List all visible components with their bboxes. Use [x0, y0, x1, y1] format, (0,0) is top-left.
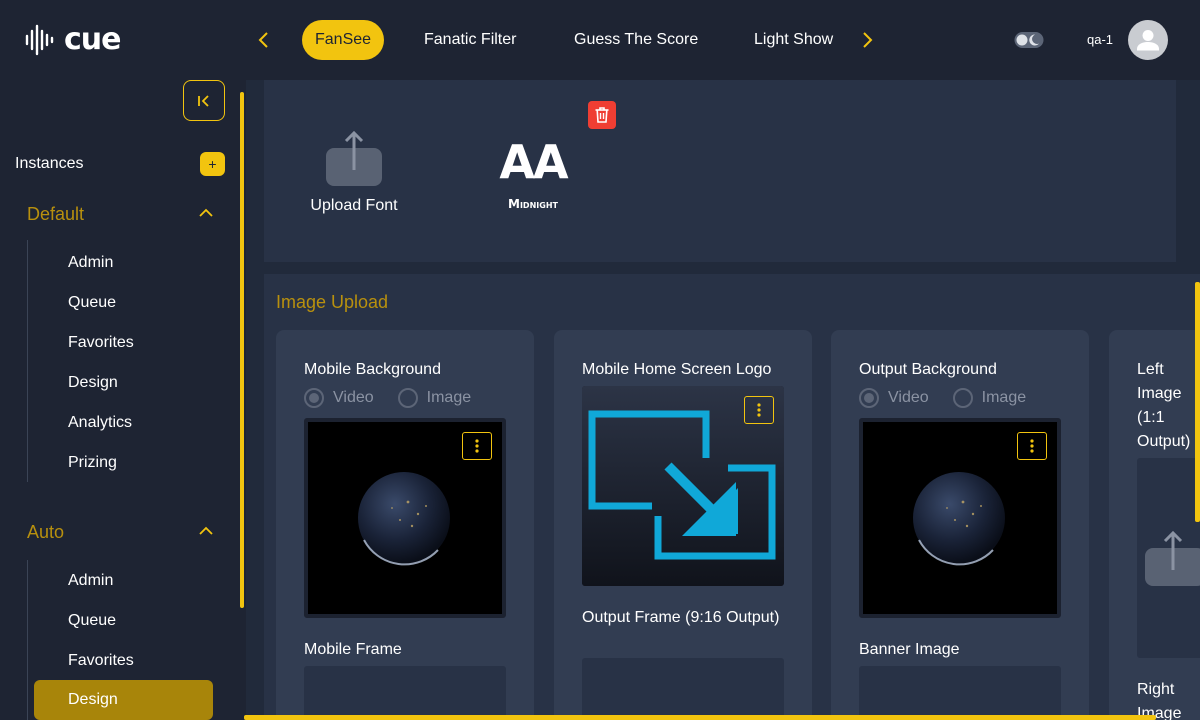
logo-text: cue: [64, 22, 121, 57]
sidebar-item-auto-favorites[interactable]: Favorites: [68, 652, 134, 670]
radio-image[interactable]: Image: [397, 388, 472, 408]
card-output-background: Output Background Video Image Banner Ima…: [831, 330, 1089, 720]
media-type-radio-group: Video Image: [859, 388, 1026, 408]
instances-label: Instances: [15, 155, 84, 172]
kebab-menu-icon: [1030, 439, 1034, 453]
radio-selected-icon: [859, 388, 879, 408]
upload-font-label: Upload Font: [310, 197, 398, 214]
sidebar-item-label: Design: [68, 691, 118, 708]
delete-font-button[interactable]: [588, 101, 616, 129]
output-frame-upload-area[interactable]: [582, 658, 784, 718]
font-sample-name: Midnight: [508, 197, 558, 211]
moon-toggle-icon: [1014, 32, 1044, 48]
radio-selected-icon: [304, 388, 324, 408]
card-title: Output Background: [859, 361, 997, 378]
output-background-preview: [859, 418, 1061, 618]
card-second-title: Output Frame (9:16 Output): [582, 609, 780, 626]
add-instance-button[interactable]: +: [200, 152, 225, 176]
sidebar-item-default-analytics[interactable]: Analytics: [68, 414, 132, 432]
upload-font-button[interactable]: Upload Font: [304, 130, 404, 215]
chevron-up-icon[interactable]: [197, 522, 215, 540]
tab-light-show[interactable]: Light Show: [754, 20, 833, 60]
card-title: Mobile Home Screen Logo: [582, 361, 772, 378]
radio-image[interactable]: Image: [952, 388, 1027, 408]
horizontal-scrollbar[interactable]: [244, 715, 1156, 720]
sidebar-item-default-favorites[interactable]: Favorites: [68, 334, 134, 352]
more-options-button[interactable]: [1017, 432, 1047, 460]
upload-icon: [1145, 530, 1200, 586]
card-title: Mobile Background: [304, 361, 441, 378]
mobile-frame-upload-area[interactable]: [304, 666, 506, 720]
font-panel: Upload Font AA Midnight: [264, 80, 1176, 262]
collapse-left-icon: [198, 94, 209, 107]
left-image-upload-area[interactable]: [1137, 458, 1200, 658]
main-content: Upload Font AA Midnight Image Upload Mob…: [246, 80, 1200, 720]
radio-label: Image: [426, 389, 472, 406]
card-mobile-home-screen-logo: Mobile Home Screen Logo Output Frame (9:…: [554, 330, 812, 720]
banner-image-upload-area[interactable]: [859, 666, 1061, 720]
font-sample: AA Midnight: [488, 135, 578, 211]
radio-video[interactable]: Video: [304, 388, 374, 408]
upload-icon: [326, 130, 382, 186]
app-logo[interactable]: cue: [24, 22, 121, 57]
theme-toggle[interactable]: [1014, 30, 1044, 50]
font-sample-glyphs: AA: [499, 135, 568, 189]
sidebar-item-default-queue[interactable]: Queue: [68, 294, 116, 312]
chevron-up-icon[interactable]: [197, 204, 215, 222]
radio-label: Video: [333, 389, 374, 406]
user-avatar[interactable]: [1128, 20, 1168, 60]
waveform-logo-icon: [25, 24, 54, 55]
card-second-title: Mobile Frame: [304, 641, 402, 658]
vertical-scrollbar[interactable]: [1195, 282, 1200, 522]
trash-icon: [595, 107, 609, 123]
sidebar-item-auto-design[interactable]: Design: [34, 680, 213, 720]
sidebar-item-auto-queue[interactable]: Queue: [68, 612, 116, 630]
more-options-button[interactable]: [462, 432, 492, 460]
radio-label: Video: [888, 389, 929, 406]
sidebar-item-default-design[interactable]: Design: [68, 374, 118, 392]
home-logo-preview: [582, 386, 784, 586]
card-second-title: Right Image: [1137, 681, 1182, 720]
radio-unselected-icon: [397, 388, 418, 408]
sidebar: Instances + Default Admin Queue Favorite…: [0, 80, 240, 720]
sidebar-scrollbar[interactable]: [240, 92, 244, 608]
tabs-next-arrow-icon[interactable]: [855, 28, 879, 52]
card-mobile-background: Mobile Background Video Image Mobile Fra…: [276, 330, 534, 720]
user-name: qa-1: [1087, 32, 1114, 47]
card-second-title: Banner Image: [859, 641, 960, 658]
more-options-button[interactable]: [744, 396, 774, 424]
group-auto-label[interactable]: Auto: [27, 522, 64, 543]
tab-guess-the-score[interactable]: Guess The Score: [574, 20, 698, 60]
kebab-menu-icon: [475, 439, 479, 453]
group-default-label[interactable]: Default: [27, 204, 84, 225]
tab-fanatic-filter[interactable]: Fanatic Filter: [424, 20, 516, 60]
radio-label: Image: [981, 389, 1027, 406]
media-type-radio-group: Video Image: [304, 388, 471, 408]
collapse-sidebar-button[interactable]: [183, 80, 225, 121]
card-title: Left Image (1:1 Output): [1137, 361, 1191, 450]
top-header: cue FanSee Fanatic Filter Guess The Scor…: [0, 0, 1200, 80]
image-upload-panel: Image Upload Mobile Background Video Ima…: [264, 274, 1200, 720]
group-default-divider: [27, 240, 28, 482]
sidebar-item-auto-admin[interactable]: Admin: [68, 572, 113, 590]
radio-video[interactable]: Video: [859, 388, 929, 408]
sidebar-item-default-admin[interactable]: Admin: [68, 254, 113, 272]
kebab-menu-icon: [757, 403, 761, 417]
radio-unselected-icon: [952, 388, 973, 408]
tabs-prev-arrow-icon[interactable]: [252, 28, 276, 52]
tab-fansee[interactable]: FanSee: [302, 20, 385, 60]
person-icon: [1137, 30, 1159, 51]
card-left-image: Left Image (1:1 Output) Right Image: [1109, 330, 1200, 720]
group-auto-divider: [27, 560, 28, 720]
image-upload-title: Image Upload: [276, 292, 389, 312]
mobile-background-preview: [304, 418, 506, 618]
sidebar-item-default-prizing[interactable]: Prizing: [68, 454, 117, 472]
